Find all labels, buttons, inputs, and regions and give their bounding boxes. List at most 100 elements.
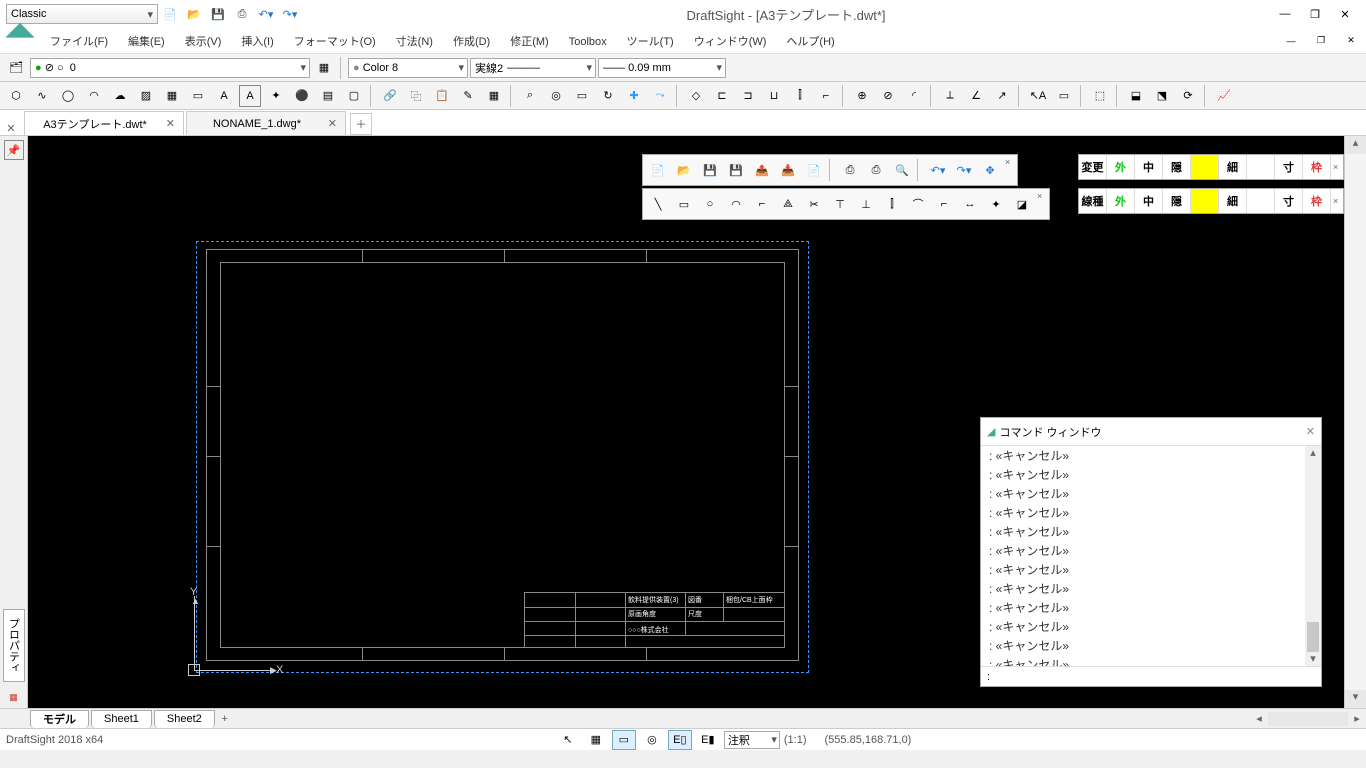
stretch-icon[interactable]: ↔: [957, 191, 983, 217]
redo-icon[interactable]: ↷▾: [951, 157, 977, 183]
print-icon[interactable]: ⎙: [837, 157, 863, 183]
mdi-restore-button[interactable]: ❐: [1306, 30, 1336, 52]
point-icon[interactable]: ✦: [265, 85, 287, 107]
document-tab[interactable]: NONAME_1.dwg*✕: [186, 111, 346, 135]
save-icon[interactable]: 💾: [697, 157, 723, 183]
polyline-icon[interactable]: ⌐: [749, 191, 775, 217]
track-icon[interactable]: ⤳: [649, 85, 671, 107]
pin-icon[interactable]: 📌: [4, 140, 24, 160]
hatch-icon[interactable]: ▨: [135, 85, 157, 107]
jp-cell[interactable]: 枠: [1303, 155, 1331, 179]
menu-item[interactable]: フォーマット(O): [284, 32, 386, 52]
new-icon[interactable]: 📄: [645, 157, 671, 183]
command-window[interactable]: ◢ コマンド ウィンドウ ✕ : «キャンセル»: «キャンセル»: «キャンセ…: [980, 417, 1322, 687]
ellipse-arc-icon[interactable]: ◠: [83, 85, 105, 107]
float-toolbar-file[interactable]: 📄 📂 💾 💾 📤 📥 📄 ⎙ ⎙ 🔍 ↶▾ ↷▾ ✥ ×: [642, 154, 1018, 186]
offset-icon[interactable]: ⫿: [879, 191, 905, 217]
anno-dropdown[interactable]: 注釈: [724, 731, 780, 749]
minimize-button[interactable]: —: [1270, 3, 1300, 25]
maximize-button[interactable]: ❐: [1300, 3, 1330, 25]
copy-icon[interactable]: ⿻: [405, 85, 427, 107]
tab-close-icon[interactable]: ✕: [166, 117, 175, 130]
toolbar-close-icon[interactable]: ×: [1333, 196, 1343, 206]
text-icon[interactable]: A: [213, 85, 235, 107]
explode-icon[interactable]: ✦: [983, 191, 1009, 217]
dim-rad-icon[interactable]: ↗: [991, 85, 1013, 107]
dim-upd-icon[interactable]: ⟳: [1177, 85, 1199, 107]
hscroll-right-icon[interactable]: ▸: [1348, 712, 1366, 725]
extend-icon[interactable]: ⊔: [763, 85, 785, 107]
circle2-icon[interactable]: ⊘: [877, 85, 899, 107]
jp-cell[interactable]: 中: [1135, 189, 1163, 213]
toolbar-close-icon[interactable]: ×: [1333, 162, 1343, 172]
save-icon[interactable]: 💾: [207, 3, 229, 25]
menu-item[interactable]: 編集(E): [118, 32, 175, 52]
menu-item[interactable]: Toolbox: [559, 32, 617, 52]
paste-icon[interactable]: 📋: [431, 85, 453, 107]
zoom-prev-icon[interactable]: ▭: [571, 85, 593, 107]
jp-cell[interactable]: 寸: [1275, 155, 1303, 179]
mdi-close-button[interactable]: ✕: [1336, 30, 1366, 52]
grid-icon[interactable]: ▦: [584, 730, 608, 750]
preview-icon[interactable]: ⎙: [863, 157, 889, 183]
trim-icon[interactable]: ⊤: [827, 191, 853, 217]
tab-close-icon[interactable]: ✕: [328, 117, 337, 130]
otrack-icon[interactable]: E▮: [696, 730, 720, 750]
doc-panel-close-icon[interactable]: ✕: [0, 122, 22, 135]
array-icon[interactable]: ▦: [483, 85, 505, 107]
arc-icon[interactable]: ◜: [903, 85, 925, 107]
menu-item[interactable]: ツール(T): [617, 32, 684, 52]
layer-state-icon[interactable]: ▦: [313, 57, 335, 79]
jp-cell[interactable]: [1191, 155, 1219, 179]
region-icon[interactable]: ▭: [187, 85, 209, 107]
ortho-icon[interactable]: ▭: [612, 730, 636, 750]
jp-cell[interactable]: [1247, 155, 1275, 179]
drawing-canvas[interactable]: Y ▲ ▶ X 飲料提供装置(3) 図番 梱包/CB上面枠 原画角度 尺度 ○○…: [28, 136, 1344, 708]
menu-item[interactable]: 作成(D): [443, 32, 500, 52]
ucs-icon[interactable]: ⬚: [1089, 85, 1111, 107]
hscroll-left-icon[interactable]: ◂: [1250, 712, 1268, 725]
mirror-icon[interactable]: ⟁: [775, 191, 801, 217]
command-input[interactable]: :: [981, 666, 1321, 686]
jp-toolbar-change[interactable]: 変更外中隠細寸枠×: [1078, 154, 1344, 180]
fillet-icon[interactable]: ⌒: [905, 191, 931, 217]
revcloud-icon[interactable]: ☁: [109, 85, 131, 107]
color-dropdown[interactable]: ● Color 8: [348, 58, 468, 78]
scroll-up-icon[interactable]: ▴: [1345, 136, 1366, 154]
layers-manager-icon[interactable]: 🗂: [5, 57, 27, 79]
zoom-win-icon[interactable]: ⌕: [519, 85, 541, 107]
arc-icon[interactable]: ◠: [723, 191, 749, 217]
circle-icon[interactable]: ⊕: [851, 85, 873, 107]
jp-cell[interactable]: 細: [1219, 155, 1247, 179]
mtext-icon[interactable]: A: [239, 85, 261, 107]
jp-cell[interactable]: 寸: [1275, 189, 1303, 213]
open-icon[interactable]: 📂: [671, 157, 697, 183]
scissors-icon[interactable]: ✂: [801, 191, 827, 217]
open-icon[interactable]: 📂: [183, 3, 205, 25]
dim-style1-icon[interactable]: ⬓: [1125, 85, 1147, 107]
scroll-down-icon[interactable]: ▾: [1345, 690, 1366, 708]
export-icon[interactable]: 📤: [749, 157, 775, 183]
hyperlink-icon[interactable]: 🔗: [379, 85, 401, 107]
leader-icon[interactable]: ↖A: [1027, 85, 1049, 107]
break-icon[interactable]: ⚫: [291, 85, 313, 107]
redo-icon[interactable]: ↷▾: [279, 3, 301, 25]
sheet-tab[interactable]: モデル: [30, 710, 89, 728]
sheet-tab[interactable]: Sheet1: [91, 710, 152, 728]
polygon-icon[interactable]: ⬡: [5, 85, 27, 107]
jp-cell[interactable]: 隠: [1163, 155, 1191, 179]
command-window-close-icon[interactable]: ✕: [1306, 425, 1315, 438]
print-icon[interactable]: ⎙: [231, 3, 253, 25]
snap-icon[interactable]: ✚: [623, 85, 645, 107]
dim-style2-icon[interactable]: ⬔: [1151, 85, 1173, 107]
dim-lin-icon[interactable]: ⟂: [939, 85, 961, 107]
linetype-dropdown[interactable]: 実線2———: [470, 58, 596, 78]
app-logo-icon[interactable]: ◢◣: [6, 6, 34, 52]
offset-icon[interactable]: ⫿: [789, 85, 811, 107]
find-icon[interactable]: 🔍: [889, 157, 915, 183]
extend-icon[interactable]: ⊥: [853, 191, 879, 217]
saveas-icon[interactable]: 💾: [723, 157, 749, 183]
tol-icon[interactable]: ▭: [1053, 85, 1075, 107]
pan-icon[interactable]: ✥: [977, 157, 1003, 183]
menu-item[interactable]: 挿入(I): [231, 32, 283, 52]
